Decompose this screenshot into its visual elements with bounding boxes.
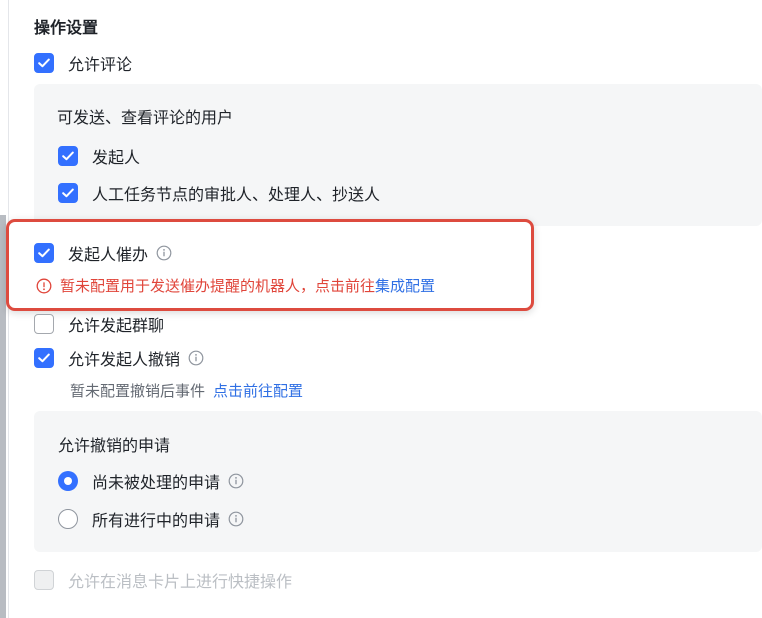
- quick-action-label: 允许在消息卡片上进行快捷操作: [68, 572, 293, 591]
- pending-radio[interactable]: [58, 471, 78, 491]
- revoke-label: 允许发起人撤销: [68, 350, 181, 369]
- comment-users-panel: 可发送、查看评论的用户 发起人 人工任务节点的审批人、处理人、抄送人: [34, 84, 762, 226]
- allow-comment-option[interactable]: 允许评论: [34, 50, 132, 76]
- allow-comment-label: 允许评论: [68, 55, 133, 74]
- in-progress-radio[interactable]: [58, 509, 78, 529]
- initiator-label: 发起人: [92, 148, 141, 167]
- revoke-request-option-in-progress[interactable]: 所有进行中的申请: [58, 506, 244, 532]
- pending-label: 尚未被处理的申请: [92, 473, 221, 492]
- urge-warning: 暂未配置用于发送催办提醒的机器人，点击前往 集成配置: [36, 275, 435, 296]
- group-chat-label: 允许发起群聊: [68, 316, 165, 335]
- revoke-hint-text: 暂未配置撤销后事件: [70, 382, 206, 400]
- integration-config-link[interactable]: 集成配置: [375, 275, 435, 296]
- quick-action-checkbox: [34, 570, 54, 590]
- in-progress-label: 所有进行中的申请: [92, 511, 221, 530]
- comment-user-option-task-roles[interactable]: 人工任务节点的审批人、处理人、抄送人: [58, 180, 380, 206]
- comment-users-title: 可发送、查看评论的用户: [57, 108, 234, 127]
- revoke-request-option-pending[interactable]: 尚未被处理的申请: [58, 468, 244, 494]
- group-chat-checkbox[interactable]: [34, 314, 54, 334]
- info-circle-icon[interactable]: [188, 350, 204, 366]
- urge-warning-text: 暂未配置用于发送催办提醒的机器人，点击前往: [60, 277, 376, 295]
- urge-checkbox[interactable]: [34, 243, 54, 263]
- urge-label: 发起人催办: [68, 245, 149, 264]
- revoke-requests-title: 允许撤销的申请: [58, 436, 171, 455]
- group-chat-option[interactable]: 允许发起群聊: [34, 311, 164, 337]
- info-circle-icon[interactable]: [228, 473, 244, 489]
- info-circle-icon[interactable]: [228, 511, 244, 527]
- revoke-option[interactable]: 允许发起人撤销: [34, 345, 204, 371]
- alert-circle-icon: [36, 278, 52, 294]
- comment-user-option-initiator[interactable]: 发起人: [58, 143, 140, 169]
- operation-settings-page: 操作设置 允许评论 可发送、查看评论的用户 发起人 人工任务节点的审批人、处理人…: [0, 0, 762, 618]
- revoke-checkbox[interactable]: [34, 348, 54, 368]
- info-circle-icon[interactable]: [156, 245, 172, 261]
- revoke-hint: 暂未配置撤销后事件 点击前往配置: [70, 380, 303, 401]
- task-roles-label: 人工任务节点的审批人、处理人、抄送人: [92, 185, 381, 204]
- section-title: 操作设置: [34, 18, 99, 37]
- revoke-config-link[interactable]: 点击前往配置: [213, 380, 303, 401]
- quick-action-option: 允许在消息卡片上进行快捷操作: [34, 567, 292, 593]
- allow-comment-checkbox[interactable]: [34, 53, 54, 73]
- initiator-checkbox[interactable]: [58, 146, 78, 166]
- revoke-requests-panel: 允许撤销的申请 尚未被处理的申请 所有进行中的申请: [34, 411, 762, 552]
- task-roles-checkbox[interactable]: [58, 183, 78, 203]
- urge-option[interactable]: 发起人催办: [34, 240, 172, 266]
- radio-dot: [64, 477, 72, 485]
